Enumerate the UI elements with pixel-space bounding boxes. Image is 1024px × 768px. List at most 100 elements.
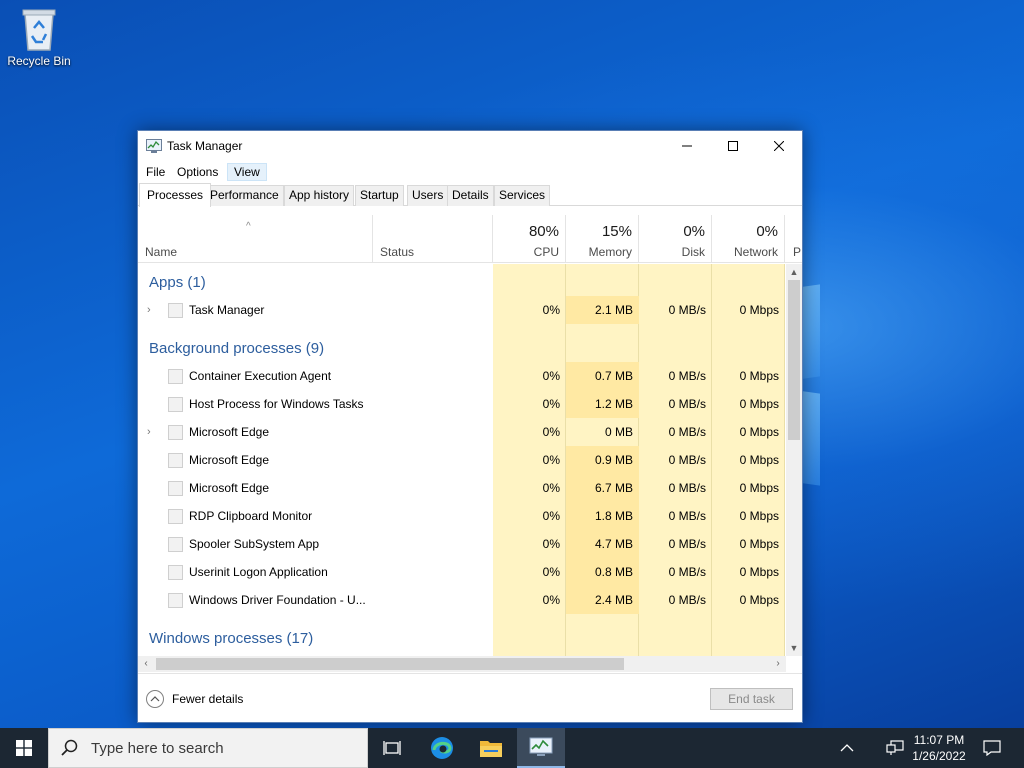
clock-date: 1/26/2022 [912,749,966,763]
column-header-power[interactable]: P [785,215,802,263]
tab-app-history[interactable]: App history [284,185,355,206]
desktop-icon-label: Recycle Bin [7,54,71,68]
horizontal-scroll-thumb[interactable] [156,658,624,670]
process-icon [168,481,183,496]
start-button[interactable] [0,728,48,768]
task-manager-icon [146,139,162,153]
show-hidden-icons-button[interactable] [832,728,862,768]
action-center-button[interactable] [976,728,1008,768]
task-manager-icon [529,737,553,756]
table-row[interactable]: Windows Driver Foundation - U... 0% 2.4 MB… [138,586,786,614]
vertical-scroll-thumb[interactable] [788,280,800,440]
process-icon [168,425,183,440]
column-header-name[interactable]: Name [138,215,373,263]
close-button[interactable] [756,131,802,161]
network-cell: 0 Mbps [739,425,779,439]
tab-startup[interactable]: Startup [355,185,404,206]
tab-details[interactable]: Details [447,185,494,206]
disk-cell: 0 MB/s [668,565,706,579]
disk-cell: 0 MB/s [668,453,706,467]
recycle-bin-icon [22,9,56,51]
fewer-details-button[interactable]: Fewer details [146,689,243,709]
table-row[interactable]: Container Execution Agent 0% 0.7 MB 0 MB/s 0… [138,362,786,390]
footer-bar: Fewer details End task [138,673,802,722]
cpu-cell: 0% [542,593,560,607]
taskbar-file-explorer-button[interactable] [467,728,515,768]
group-apps[interactable]: Apps (1) [149,274,206,291]
disk-cell: 0 MB/s [668,481,706,495]
window-title: Task Manager [167,139,243,153]
network-cell: 0 Mbps [739,593,779,607]
folder-icon [480,741,502,757]
desktop-icon-recycle-bin[interactable]: Recycle Bin [4,6,74,76]
table-row[interactable]: RDP Clipboard Monitor 0% 1.8 MB 0 MB/s 0 Mbp… [138,502,786,530]
task-view-icon [383,741,401,755]
scroll-left-icon[interactable]: ‹ [138,656,154,672]
table-row[interactable]: › Task Manager 0% 2.1 MB 0 MB/s 0 Mbps [138,296,786,324]
group-windows-processes[interactable]: Windows processes (17) [149,630,313,647]
column-header-disk[interactable]: 0% Disk [639,215,712,263]
end-task-button[interactable]: End task [710,688,793,710]
process-icon [168,537,183,552]
scroll-down-icon[interactable]: ▼ [786,640,802,656]
tab-services[interactable]: Services [494,185,551,206]
cpu-cell: 0% [542,565,560,579]
close-icon [774,141,784,151]
cpu-cell: 0% [542,453,560,467]
column-header-row: ^ Name Status 80% CPU 15% Memory 0% Disk… [138,215,802,263]
taskbar-edge-button[interactable] [418,728,466,768]
cpu-total: 80% [528,223,559,240]
memory-cell: 1.8 MB [566,502,639,530]
task-view-button[interactable] [368,728,416,768]
vertical-scrollbar[interactable]: ▲ ▼ [786,264,802,656]
menu-file[interactable]: File [140,163,171,181]
group-background-processes[interactable]: Background processes (9) [149,340,324,357]
process-name: Microsoft Edge [189,425,270,439]
minimize-button[interactable] [664,131,710,161]
process-name: Microsoft Edge [189,453,270,467]
table-row[interactable]: Userinit Logon Application 0% 0.8 MB 0 MB/s… [138,558,786,586]
column-header-status[interactable]: Status [373,215,493,263]
maximize-button[interactable] [710,131,756,161]
column-header-cpu[interactable]: 80% CPU [493,215,566,263]
table-row[interactable]: Spooler SubSystem App 0% 4.7 MB 0 MB/s 0 Mbp… [138,530,786,558]
process-icon [168,509,183,524]
taskbar-clock[interactable]: 11:07 PM 1/26/2022 [905,732,973,764]
cpu-cell: 0% [542,369,560,383]
chevron-right-icon[interactable]: › [147,418,151,446]
title-bar[interactable]: Task Manager [138,131,802,161]
disk-cell: 0 MB/s [668,593,706,607]
table-row[interactable]: Host Process for Windows Tasks 0% 1.2 MB 0 … [138,390,786,418]
process-name: Windows Driver Foundation - U... [189,593,366,607]
memory-cell: 0.7 MB [566,362,639,390]
column-header-network[interactable]: 0% Network [712,215,785,263]
tab-users[interactable]: Users [407,185,449,206]
table-row[interactable]: Microsoft Edge 0% 6.7 MB 0 MB/s 0 Mbps [138,474,786,502]
disk-cell: 0 MB/s [668,537,706,551]
taskbar-search-box[interactable]: Type here to search [48,728,368,768]
table-row[interactable]: Microsoft Edge 0% 0.9 MB 0 MB/s 0 Mbps [138,446,786,474]
network-cell: 0 Mbps [739,509,779,523]
process-name: Spooler SubSystem App [189,537,320,551]
horizontal-scrollbar[interactable]: ‹ › [138,656,786,672]
menu-options[interactable]: Options [171,163,224,181]
table-row[interactable]: › Microsoft Edge 0% 0 MB 0 MB/s 0 Mbps [138,418,786,446]
minimize-icon [682,145,692,147]
network-cell: 0 Mbps [739,453,779,467]
process-name: Microsoft Edge [189,481,270,495]
disk-cell: 0 MB/s [668,369,706,383]
disk-cell: 0 MB/s [668,397,706,411]
taskbar-task-manager-button[interactable] [517,728,565,768]
tab-processes[interactable]: Processes [139,183,212,207]
menu-view[interactable]: View [227,163,267,181]
search-placeholder: Type here to search [91,739,224,757]
chevron-right-icon[interactable]: › [147,296,151,324]
tab-performance[interactable]: Performance [205,185,284,206]
scroll-right-icon[interactable]: › [770,656,786,672]
memory-cell: 2.4 MB [566,586,639,614]
disk-cell: 0 MB/s [668,425,706,439]
cpu-cell: 0% [542,537,560,551]
network-total: 0% [756,223,778,240]
scroll-up-icon[interactable]: ▲ [786,264,802,280]
column-header-memory[interactable]: 15% Memory [566,215,639,263]
